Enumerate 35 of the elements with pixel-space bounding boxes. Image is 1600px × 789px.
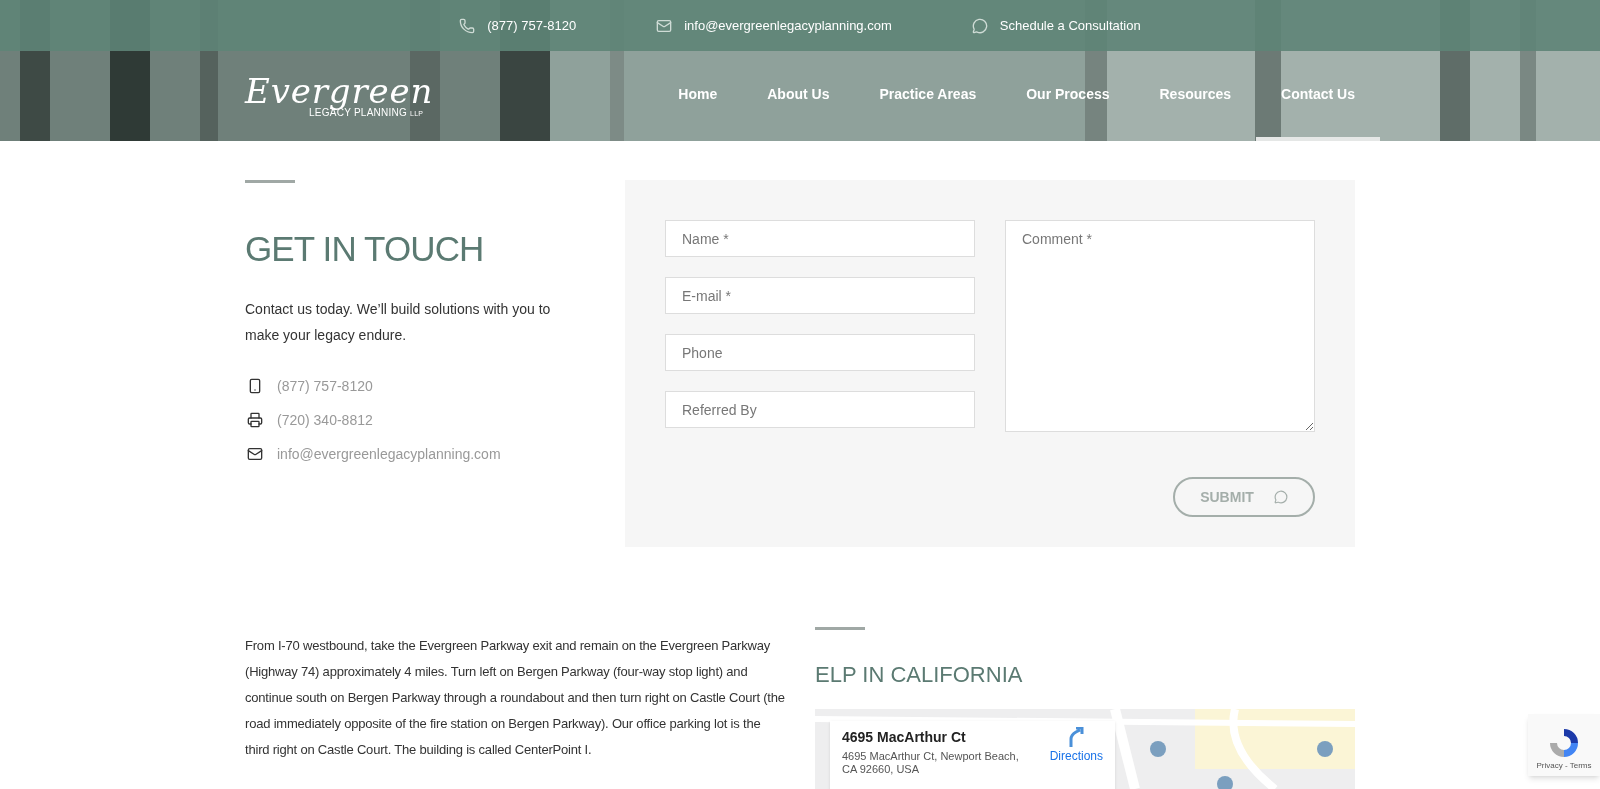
comment-field[interactable]: Comment * [1005,220,1315,432]
section-heading: GET IN TOUCH [245,228,485,270]
email-link[interactable]: info@evergreenlegacyplanning.com [656,15,892,36]
nav-link[interactable]: Home [653,51,743,141]
nav-link[interactable]: Our Process [1001,51,1135,141]
recaptcha-icon [1547,726,1581,760]
phone-link[interactable]: (877) 757-8120 [459,15,577,36]
input-field[interactable]: E-mail * [665,277,975,314]
nav-link[interactable]: Contact Us [1256,51,1380,141]
input-field[interactable]: Referred By [665,391,975,428]
contact-link[interactable]: (720) 340-8812 [277,409,373,431]
privacy-terms-link[interactable]: Privacy - Terms [1536,760,1592,772]
nav-link[interactable]: About Us [742,51,855,141]
speech-bubble-icon [971,17,988,34]
directions-link[interactable]: Directions [1049,727,1103,789]
speech-bubble-icon [1273,490,1288,504]
phone-icon [459,17,476,34]
schedule-link[interactable]: Schedule a Consultation [971,15,1141,36]
directions-icon [1067,727,1086,747]
envelope-icon [245,446,265,462]
nav-link[interactable]: Practice Areas [854,51,1002,141]
envelope-icon [656,17,673,34]
place-title: 4695 MacArthur Ct [842,728,967,747]
submit-button[interactable]: SUBMIT [1173,477,1315,517]
input-field[interactable]: Name * [665,220,975,257]
directions-text: From I-70 westbound, take the Evergreen Parkway exit and remain on the Evergreen Parkway (Highway 74) approximately 4 miles. Turn left on Bergen Parkway (four-way stop light) and continue south on Bergen Parkway through a roundabout and then turn right on Castle Court (the road immediately opposite of the fire station on Bergen Parkway). Our office parking lot is the third right on Castle Court. The building is called CenterPoint I. [245,637,785,759]
intro-text: Contact us today. We’ll build solutions with you to make your legacy endure. [245,299,552,345]
contact-link[interactable]: (877) 757-8120 [277,375,373,397]
mobile-phone-icon [247,378,263,394]
contact-link[interactable]: info@evergreenlegacyplanning.com [277,443,501,465]
printer-icon [247,412,263,428]
nav-link[interactable]: Resources [1134,51,1257,141]
place-address: 4695 MacArthur Ct, Newport Beach, CA 92660, USA [842,750,1020,776]
section-heading: ELP IN CALIFORNIA [815,661,1024,689]
input-field[interactable]: Phone [665,334,975,371]
